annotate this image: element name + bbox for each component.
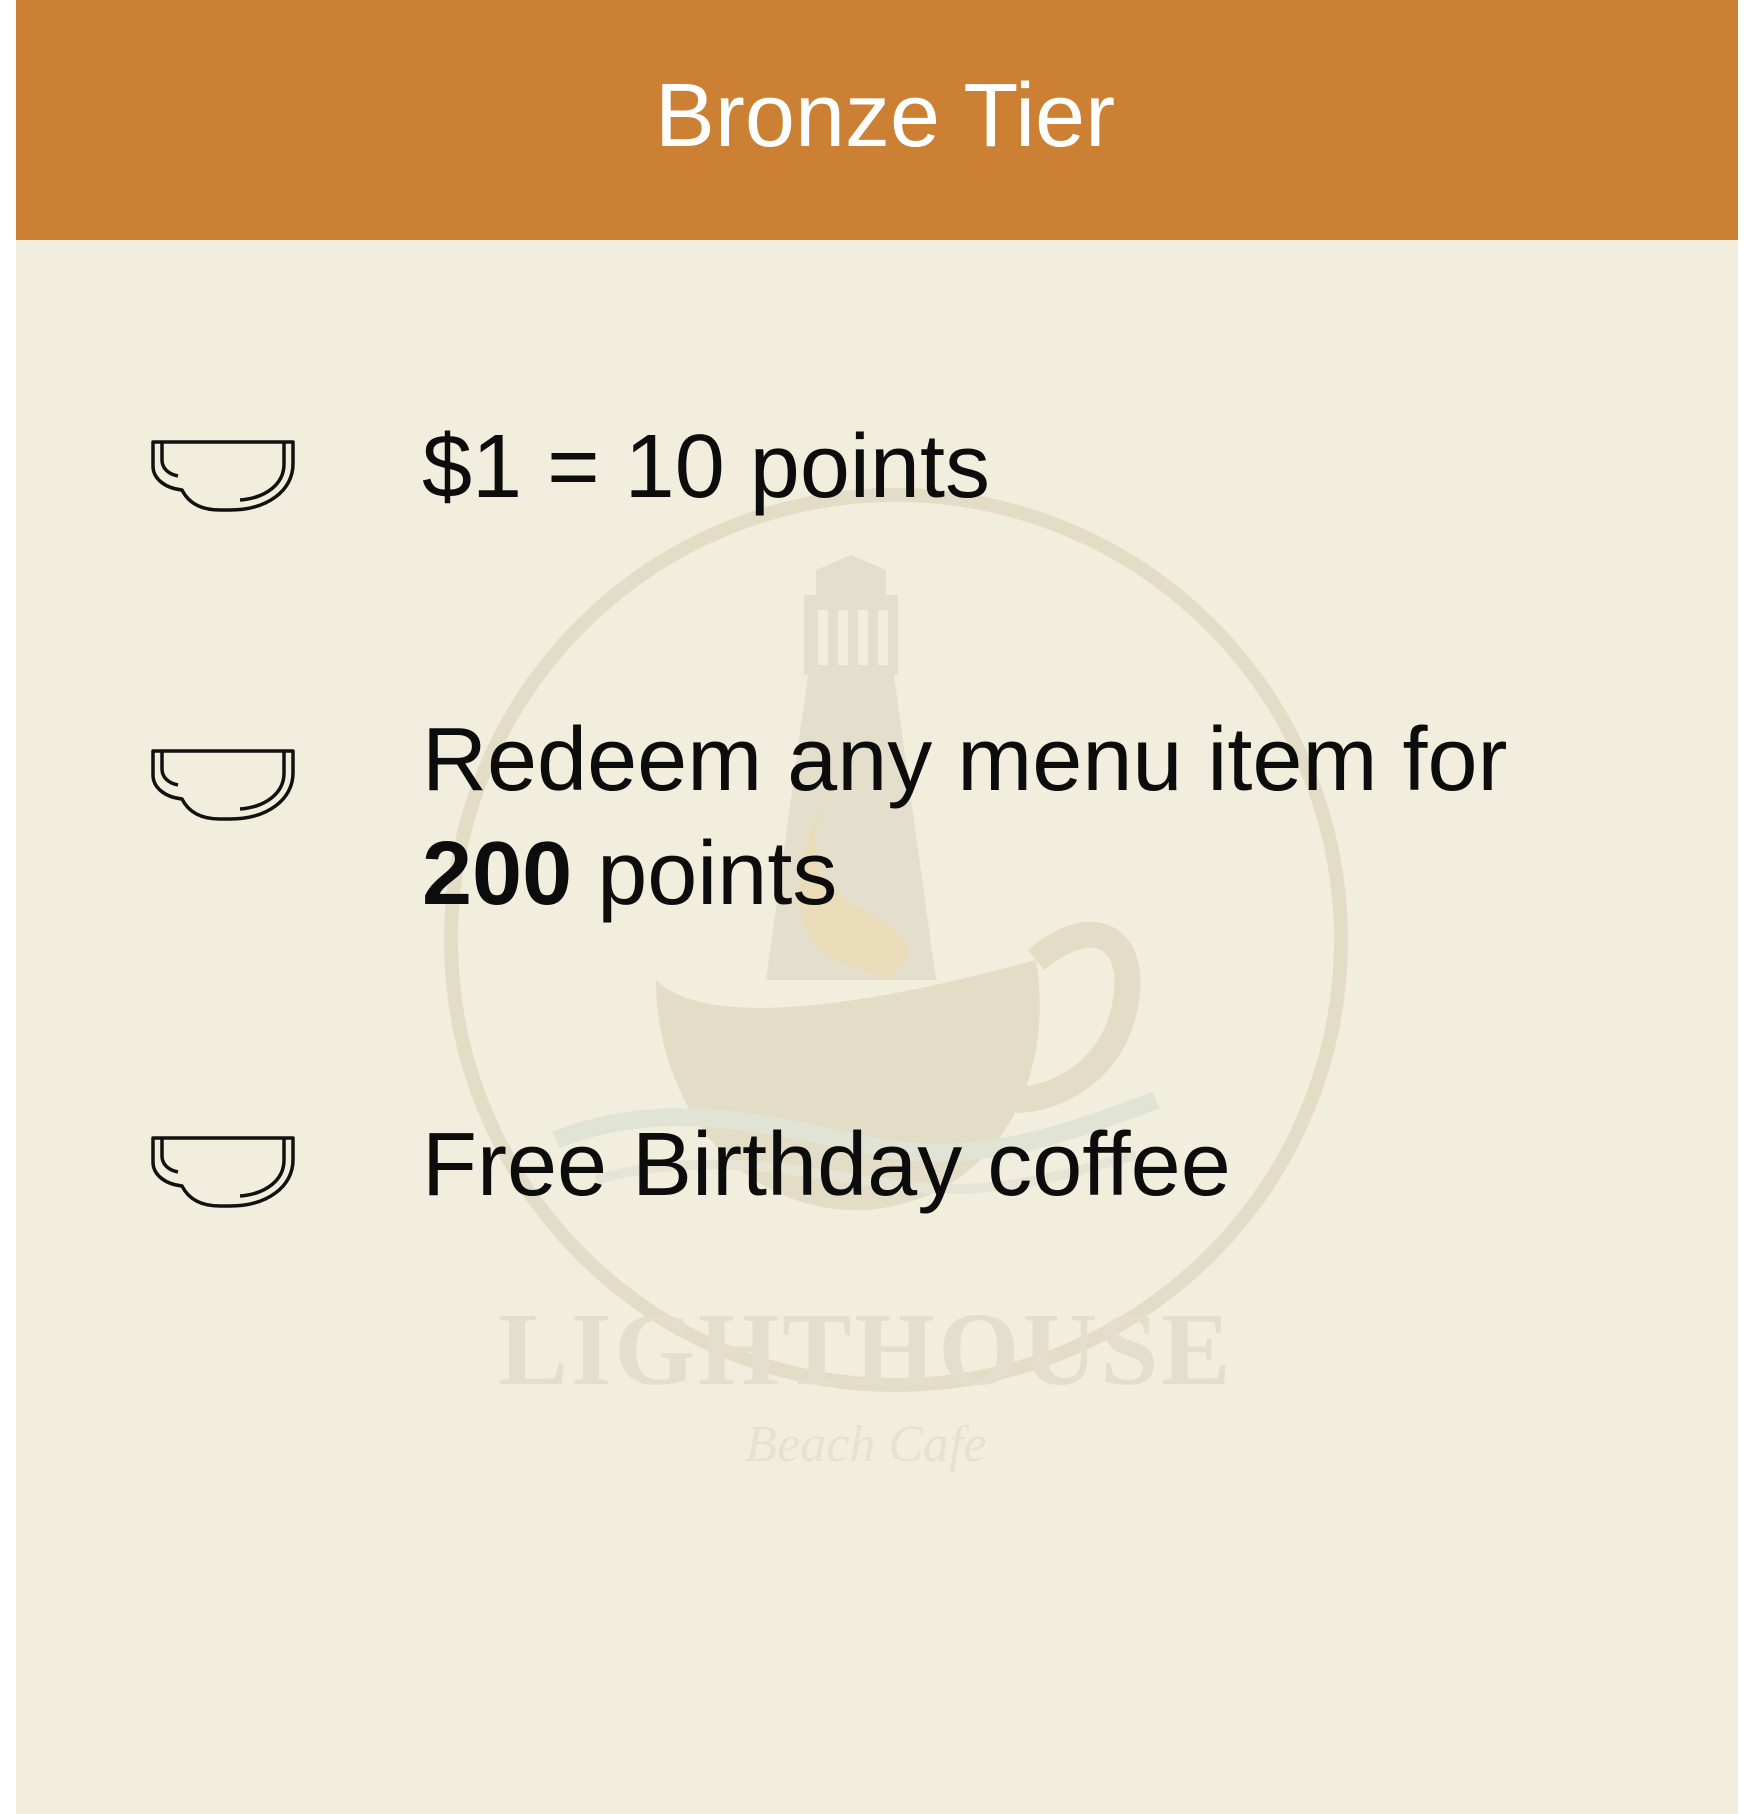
benefit-text: $1 = 10 points — [422, 417, 990, 517]
benefit-text-main: Redeem any menu item for — [422, 710, 1508, 810]
benefit-points-amount: 200 — [422, 824, 573, 924]
tier-title: Bronze Tier — [654, 66, 1116, 166]
coffee-cup-icon — [150, 747, 310, 827]
tier-header: Bronze Tier — [16, 0, 1738, 240]
tier-card: Bronze Tier LIGHTHOUSE Beach Cafe $1 = 1… — [16, 0, 1738, 1814]
benefit-text: Redeem any menu item for 200 points — [422, 703, 1662, 931]
lighthouse-cafe-logo: LIGHTHOUSE Beach Cafe — [436, 480, 1376, 1520]
benefit-text-suffix: points — [597, 824, 838, 924]
coffee-cup-icon — [150, 1134, 310, 1214]
benefit-text: Free Birthday coffee — [422, 1115, 1231, 1215]
coffee-cup-icon — [150, 438, 310, 518]
watermark-brand: LIGHTHOUSE — [498, 1292, 1234, 1407]
watermark-tagline: Beach Cafe — [745, 1416, 987, 1473]
